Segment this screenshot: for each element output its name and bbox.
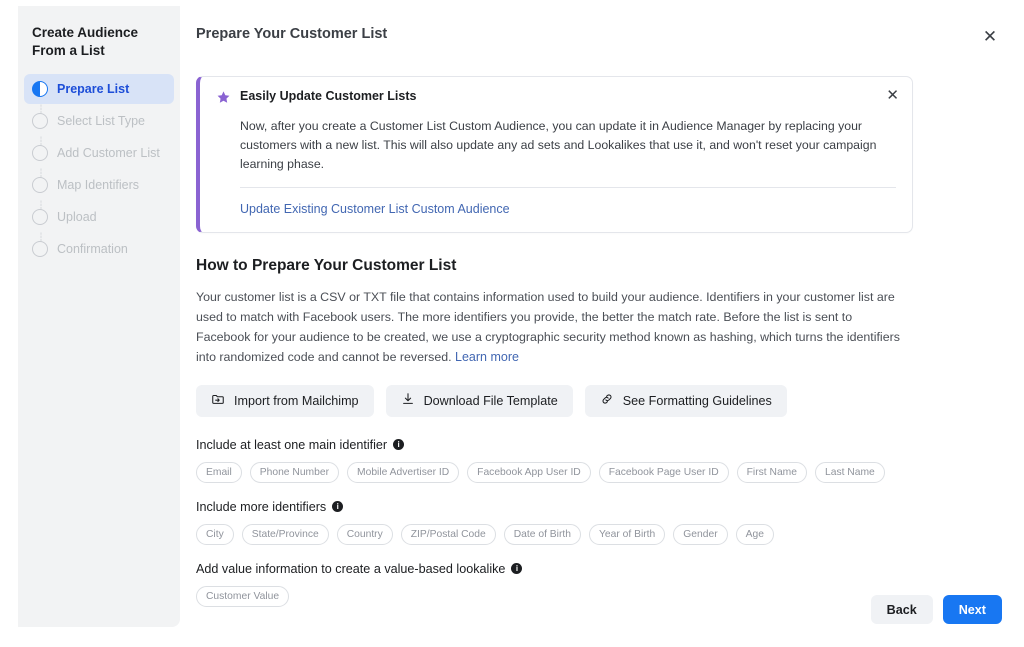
identifier-group: Add value information to create a value-… — [196, 562, 956, 607]
banner-close-icon[interactable]: ✕ — [886, 88, 899, 103]
import-from-mailchimp-label: Import from Mailchimp — [234, 393, 359, 408]
dialog-footer: Back Next — [870, 595, 1002, 624]
identifier-chip[interactable]: City — [196, 523, 234, 545]
sidebar-step-map-identifiers[interactable]: Map Identifiers — [24, 170, 174, 211]
identifier-chip[interactable]: Gender — [673, 523, 728, 545]
sidebar-step-label: Upload — [57, 210, 97, 225]
identifier-chip[interactable]: Country — [336, 523, 393, 545]
identifier-group-label-text: Include at least one main identifier — [196, 437, 388, 452]
sidebar-step-upload[interactable]: Upload — [24, 202, 174, 243]
sidebar-step-label: Select List Type — [57, 114, 146, 129]
identifier-group-label-text: Include more identifiers — [196, 499, 327, 514]
sidebar-step-confirmation[interactable]: Confirmation — [24, 234, 174, 264]
download-file-template-label: Download File Template — [423, 393, 558, 408]
identifier-chip[interactable]: State/Province — [241, 523, 329, 545]
sidebar-step-add-customer-list[interactable]: Add Customer List — [24, 138, 174, 179]
close-icon[interactable]: ✕ — [978, 24, 1002, 48]
link-icon — [600, 392, 614, 409]
identifier-chip[interactable]: Age — [735, 523, 774, 545]
page-title: Prepare Your Customer List — [196, 26, 388, 42]
section-heading: How to Prepare Your Customer List — [196, 257, 457, 275]
identifier-group-label: Include more identifiers i — [196, 500, 956, 514]
identifier-chip[interactable]: Facebook App User ID — [467, 461, 591, 483]
identifier-chip[interactable]: Facebook Page User ID — [598, 461, 729, 483]
identifier-chip[interactable]: Phone Number — [249, 461, 340, 483]
info-icon[interactable]: i — [332, 501, 344, 513]
identifier-chip[interactable]: Customer Value — [196, 585, 290, 607]
create-audience-dialog: Create Audience From a List Prepare List… — [0, 0, 1024, 647]
folder-import-icon — [211, 392, 225, 409]
back-button[interactable]: Back — [870, 595, 933, 624]
download-file-template-button[interactable]: Download File Template — [385, 384, 573, 417]
identifier-chip-row: Email Phone Number Mobile Advertiser ID Fac… — [196, 461, 956, 483]
banner-link-row: Update Existing Customer List Custom Aud… — [240, 188, 896, 232]
empty-circle-icon — [32, 145, 48, 162]
info-icon[interactable]: i — [511, 563, 523, 575]
sidebar-step-select-list-type[interactable]: Select List Type — [24, 106, 174, 147]
sidebar-step-label: Map Identifiers — [57, 178, 139, 193]
sidebar: Create Audience From a List Prepare List… — [18, 6, 180, 627]
identifier-group: Include at least one main identifier i Ema… — [196, 438, 956, 483]
identifier-chip-row: Customer Value — [196, 585, 956, 607]
identifier-group-label-text: Add value information to create a value-… — [196, 561, 506, 576]
banner-header: Easily Update Customer Lists — [216, 89, 896, 110]
identifier-chip[interactable]: Year of Birth — [588, 523, 666, 545]
star-icon — [216, 90, 231, 110]
update-existing-audience-link[interactable]: Update Existing Customer List Custom Aud… — [240, 202, 510, 216]
next-button[interactable]: Next — [942, 595, 1002, 624]
learn-more-link[interactable]: Learn more — [455, 350, 519, 364]
paragraph-text: Your customer list is a CSV or TXT file … — [196, 290, 900, 365]
identifier-group-label: Include at least one main identifier i — [196, 438, 956, 452]
main-content: ✕ Easily Update Customer Lists Now, afte… — [196, 76, 956, 624]
banner-body: Now, after you create a Customer List Cu… — [240, 119, 877, 172]
empty-circle-icon — [32, 177, 48, 194]
step-list: Prepare List Select List Type Add Customer… — [18, 74, 180, 264]
sidebar-step-prepare-list[interactable]: Prepare List — [24, 74, 174, 115]
info-banner: ✕ Easily Update Customer Lists Now, afte… — [196, 76, 913, 234]
identifier-chip[interactable]: ZIP/Postal Code — [400, 523, 496, 545]
empty-circle-icon — [32, 209, 48, 226]
see-formatting-guidelines-label: See Formatting Guidelines — [622, 393, 772, 408]
identifier-group: Include more identifiers i City State/Provi… — [196, 500, 956, 545]
section-paragraph: Your customer list is a CSV or TXT file … — [196, 287, 908, 368]
action-button-row: Import from Mailchimp Download File Temp… — [196, 384, 956, 417]
half-filled-circle-icon — [32, 81, 48, 98]
banner-title: Easily Update Customer Lists — [240, 89, 417, 103]
identifier-group-label: Add value information to create a value-… — [196, 562, 956, 576]
sidebar-step-label: Confirmation — [57, 242, 128, 257]
empty-circle-icon — [32, 113, 48, 130]
identifier-chip[interactable]: Email — [196, 461, 242, 483]
see-formatting-guidelines-button[interactable]: See Formatting Guidelines — [584, 384, 787, 417]
download-icon — [401, 392, 415, 409]
info-icon[interactable]: i — [393, 439, 405, 451]
identifier-groups: Include at least one main identifier i Ema… — [196, 438, 956, 607]
sidebar-step-label: Add Customer List — [57, 146, 160, 161]
identifier-chip[interactable]: Last Name — [814, 461, 885, 483]
identifier-chip-row: City State/Province Country ZIP/Postal Code… — [196, 523, 956, 545]
sidebar-title: Create Audience From a List — [32, 25, 139, 59]
identifier-chip[interactable]: Date of Birth — [503, 523, 581, 545]
identifier-chip[interactable]: Mobile Advertiser ID — [347, 461, 460, 483]
import-from-mailchimp-button[interactable]: Import from Mailchimp — [196, 384, 374, 417]
sidebar-step-label: Prepare List — [57, 82, 130, 97]
identifier-chip[interactable]: First Name — [736, 461, 807, 483]
empty-circle-icon — [32, 241, 48, 258]
